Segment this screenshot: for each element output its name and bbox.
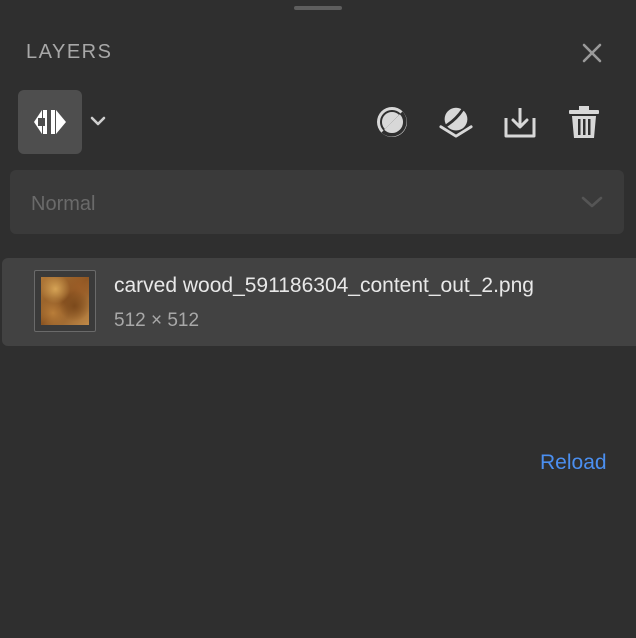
layer-name: carved wood_591186304_content_out_2.png <box>114 274 534 297</box>
panel-title: LAYERS <box>26 41 113 63</box>
delete-button[interactable] <box>566 104 602 140</box>
chevron-down-icon <box>90 116 106 126</box>
mode-dropdown-button[interactable] <box>88 110 108 134</box>
trash-icon <box>569 106 599 138</box>
layer-row[interactable]: carved wood_591186304_content_out_2.png … <box>2 258 636 346</box>
blend-mode-value: Normal <box>31 193 96 215</box>
chevron-down-icon <box>581 196 603 208</box>
layer-thumbnail <box>34 270 96 332</box>
blend-mode-select[interactable]: Normal <box>10 170 624 234</box>
reload-link[interactable]: Reload <box>540 450 607 476</box>
layers-panel: LAYERS Normal carved wood_591186304_cont… <box>0 0 636 638</box>
layer-size: 512 × 512 <box>114 310 200 331</box>
close-icon <box>582 43 602 63</box>
compare-split-icon <box>34 110 66 134</box>
material-sphere-icon <box>439 107 473 138</box>
adjustment-button[interactable] <box>374 104 410 140</box>
wood-texture-thumbnail <box>41 277 89 325</box>
close-button[interactable] <box>580 41 604 65</box>
import-layer-icon <box>504 108 536 138</box>
adjustment-icon <box>377 107 407 137</box>
import-layer-button[interactable] <box>502 104 538 140</box>
drag-handle[interactable] <box>294 6 342 10</box>
material-button[interactable] <box>438 104 474 140</box>
compare-mode-button[interactable] <box>18 90 82 154</box>
